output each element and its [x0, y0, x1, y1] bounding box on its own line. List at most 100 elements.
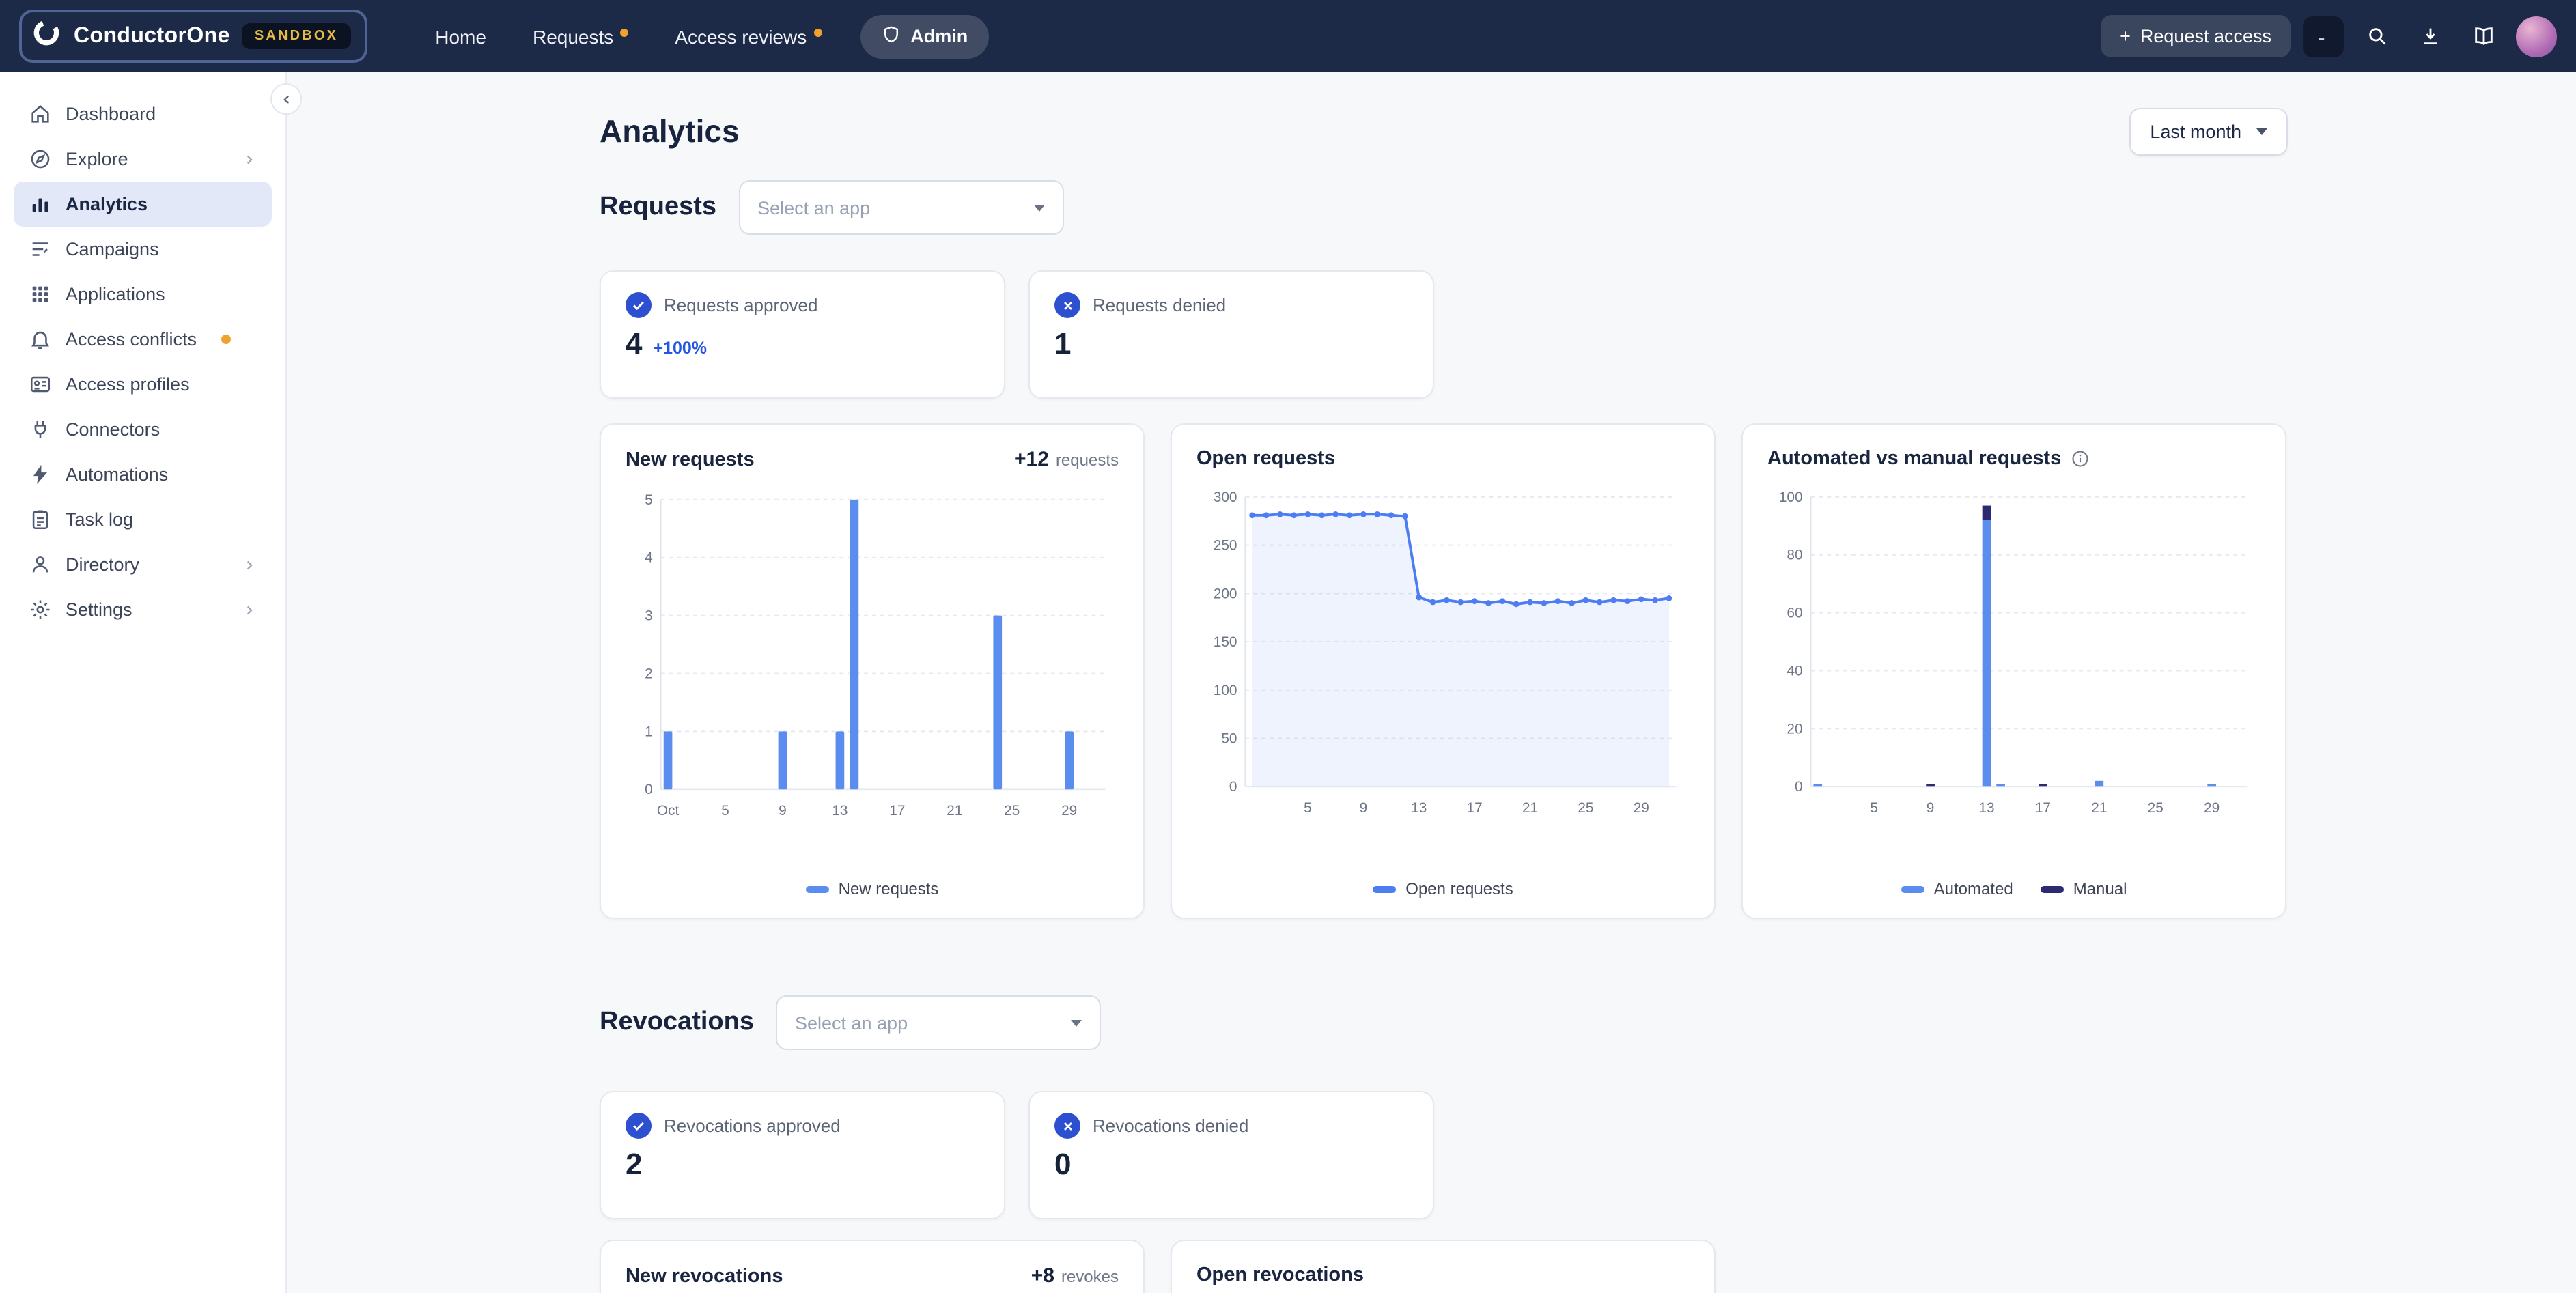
chart-title: New revocations	[626, 1266, 783, 1288]
sidebar: Dashboard Explore Analytics Campaigns Ap…	[0, 72, 287, 1293]
new-revocations-chart-card: New revocations +8revokes	[600, 1240, 1145, 1293]
svg-text:9: 9	[1360, 800, 1368, 816]
sidebar-item-settings[interactable]: Settings	[14, 587, 272, 632]
gear-icon	[27, 598, 52, 621]
stat-card-revocations-denied: Revocations denied 0	[1028, 1091, 1434, 1219]
chart-legend: Automated Manual	[1767, 879, 2260, 901]
plus-icon: +	[2120, 26, 2131, 46]
analytics-bars-icon	[27, 193, 52, 216]
svg-text:0: 0	[1795, 779, 1803, 795]
sidebar-label: Campaigns	[66, 239, 159, 259]
stat-label: Requests approved	[664, 295, 818, 315]
page-title: Analytics	[600, 113, 740, 150]
svg-text:60: 60	[1787, 606, 1802, 621]
svg-text:29: 29	[2204, 800, 2220, 816]
period-label: Last month	[2150, 122, 2241, 142]
legend-swatch	[1373, 885, 1396, 892]
sidebar-item-access-conflicts[interactable]: Access conflicts	[14, 317, 272, 362]
app-window: ConductorOne SANDBOX Home Requests Acces…	[0, 0, 2576, 1293]
automated-vs-manual-chart-card: Automated vs manual requests 02040608010…	[1741, 423, 2286, 919]
topbar-actions: + Request access	[2101, 15, 2557, 57]
svg-text:17: 17	[889, 803, 905, 819]
svg-text:150: 150	[1214, 634, 1237, 650]
sidebar-item-analytics[interactable]: Analytics	[14, 182, 272, 227]
svg-text:0: 0	[1229, 779, 1237, 795]
chart-title: Automated vs manual requests	[1767, 448, 2061, 470]
sidebar-item-directory[interactable]: Directory	[14, 542, 272, 587]
svg-text:80: 80	[1787, 548, 1802, 563]
command-menu-icon[interactable]	[2303, 16, 2344, 57]
new-requests-bar-chart: 012345Oct591317212529	[626, 486, 1119, 827]
id-card-icon	[27, 373, 52, 396]
sidebar-item-applications[interactable]: Applications	[14, 272, 272, 317]
stat-value: 1	[1054, 326, 1072, 362]
svg-text:2: 2	[645, 666, 653, 681]
docs-book-icon[interactable]	[2463, 16, 2504, 57]
chart-delta: +8revokes	[1031, 1264, 1119, 1289]
person-icon	[27, 553, 52, 576]
topbar: ConductorOne SANDBOX Home Requests Acces…	[0, 0, 2576, 72]
app-select-placeholder: Select an app	[757, 197, 870, 218]
request-access-button[interactable]: + Request access	[2101, 15, 2291, 57]
info-icon[interactable]	[2071, 449, 2090, 468]
svg-text:1: 1	[645, 724, 653, 739]
sidebar-item-automations[interactable]: Automations	[14, 452, 272, 497]
svg-text:200: 200	[1214, 586, 1237, 601]
nav-item-requests[interactable]: Requests	[533, 25, 628, 47]
svg-text:9: 9	[779, 803, 787, 819]
sidebar-item-campaigns[interactable]: Campaigns	[14, 227, 272, 272]
nav-access-reviews-label: Access reviews	[675, 25, 807, 47]
check-circle-icon	[626, 292, 652, 318]
top-navigation: Home Requests Access reviews	[435, 25, 822, 47]
brand-logo-group[interactable]: ConductorOne SANDBOX	[19, 10, 367, 63]
download-icon[interactable]	[2409, 16, 2450, 57]
svg-text:5: 5	[645, 492, 653, 508]
sidebar-item-explore[interactable]: Explore	[14, 137, 272, 182]
svg-text:13: 13	[1978, 800, 1994, 816]
nav-item-access-reviews[interactable]: Access reviews	[675, 25, 822, 47]
requests-app-select[interactable]: Select an app	[738, 180, 1063, 235]
sidebar-item-dashboard[interactable]: Dashboard	[14, 91, 272, 137]
lightning-icon	[27, 463, 52, 486]
svg-text:0: 0	[645, 782, 653, 797]
sidebar-label: Applications	[66, 284, 165, 304]
revocations-app-select[interactable]: Select an app	[776, 995, 1101, 1050]
svg-text:13: 13	[832, 803, 848, 819]
conductorone-logo-icon	[31, 18, 61, 55]
sidebar-item-task-log[interactable]: Task log	[14, 497, 272, 542]
stat-label: Revocations denied	[1093, 1116, 1248, 1136]
clipboard-icon	[27, 508, 52, 531]
open-revocations-chart-card: Open revocations	[1171, 1240, 1716, 1293]
stat-card-requests-denied: Requests denied 1	[1028, 270, 1434, 399]
sidebar-label: Access conflicts	[66, 329, 197, 350]
nav-item-home[interactable]: Home	[435, 25, 486, 47]
access-reviews-notification-dot	[813, 28, 822, 36]
sidebar-collapse-button[interactable]	[270, 83, 302, 115]
brand-name: ConductorOne	[74, 24, 230, 48]
chevron-right-icon	[242, 556, 258, 573]
automated-vs-manual-stacked-bar-chart: 020406080100591317212529	[1767, 483, 2260, 825]
svg-text:29: 29	[1634, 800, 1649, 816]
sidebar-label: Analytics	[66, 194, 148, 214]
search-icon[interactable]	[2356, 16, 2397, 57]
request-access-label: Request access	[2140, 26, 2271, 46]
svg-text:Oct: Oct	[657, 803, 680, 819]
chart-title: New requests	[626, 449, 755, 471]
user-avatar[interactable]	[2516, 16, 2557, 57]
svg-text:100: 100	[1779, 489, 1803, 505]
period-dropdown[interactable]: Last month	[2129, 108, 2288, 156]
admin-mode-pill[interactable]: Admin	[860, 14, 988, 58]
svg-text:25: 25	[1578, 800, 1593, 816]
stat-delta: +100%	[654, 339, 708, 358]
legend-swatch	[806, 885, 829, 892]
grid-icon	[27, 283, 52, 306]
chart-legend: New requests	[626, 879, 1119, 901]
sidebar-item-connectors[interactable]: Connectors	[14, 407, 272, 452]
stat-value: 2	[626, 1147, 643, 1182]
chart-title: Open requests	[1196, 448, 1335, 470]
sidebar-label: Explore	[66, 149, 128, 169]
sidebar-item-access-profiles[interactable]: Access profiles	[14, 362, 272, 407]
main-content: Analytics Last month Requests Select an …	[287, 72, 2576, 1293]
admin-label: Admin	[910, 26, 968, 46]
chevron-down-icon	[1033, 204, 1044, 211]
